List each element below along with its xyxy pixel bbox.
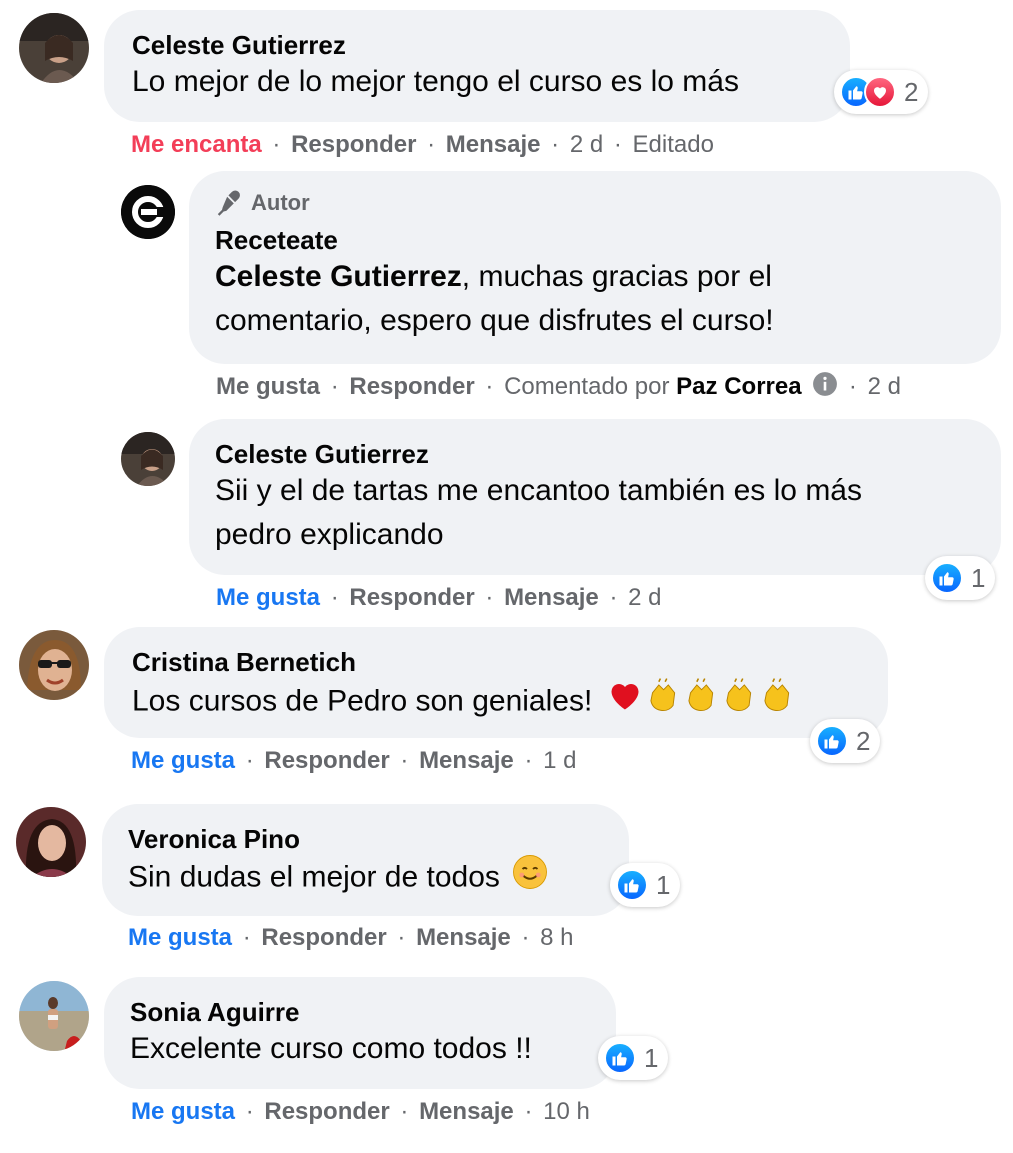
info-icon[interactable] [812, 371, 838, 405]
reaction-count: 1 [644, 1042, 659, 1073]
comment-text: Sii y el de tartas me encantoo también e… [215, 474, 862, 551]
reply-button[interactable]: Responder [261, 924, 386, 951]
author-badge: Autor [215, 189, 975, 217]
comment-actions: Me encanta · Responder · Mensaje · 2 d ·… [131, 131, 714, 158]
like-icon [816, 725, 848, 757]
reaction-count: 1 [656, 869, 671, 900]
comment-bubble: Autor Receteate Celeste Gutierrez, mucha… [189, 171, 1001, 364]
edited-label[interactable]: Editado [633, 131, 714, 158]
comment-author[interactable]: Sonia Aguirre [130, 997, 590, 1027]
message-button[interactable]: Mensaje [446, 131, 541, 158]
reaction-summary[interactable]: 1 [610, 863, 681, 907]
message-button[interactable]: Mensaje [504, 584, 599, 611]
comment-actions: Me gusta · Responder · Mensaje · 2 d [216, 584, 662, 611]
reaction-summary[interactable]: 2 [834, 70, 929, 114]
heart-icon [864, 76, 896, 108]
reply-button[interactable]: Responder [349, 373, 474, 400]
comment-text: Los cursos de Pedro son geniales! [132, 677, 860, 728]
avatar[interactable] [121, 432, 175, 486]
like-icon [616, 869, 648, 901]
comment-text: Sin dudas el mejor de todos [128, 854, 603, 903]
message-button[interactable]: Mensaje [419, 1098, 514, 1125]
comment-actions: Me gusta · Responder · Mensaje · 8 h [128, 924, 574, 951]
reaction-count: 2 [904, 76, 919, 107]
clapping-hands-emoji-icon [719, 677, 757, 728]
message-button[interactable]: Mensaje [416, 924, 511, 951]
reaction-count: 2 [856, 725, 871, 756]
comment-author[interactable]: Veronica Pino [128, 824, 603, 854]
commented-by-name[interactable]: Paz Correa [676, 373, 801, 400]
comment-bubble: Celeste Gutierrez Sii y el de tartas me … [189, 419, 1001, 575]
avatar[interactable] [19, 981, 89, 1051]
avatar[interactable] [121, 185, 175, 239]
comment-actions: Me gusta · Responder · Mensaje · 1 d [131, 747, 577, 774]
like-button[interactable]: Me gusta [216, 373, 320, 400]
timestamp[interactable]: 10 h [543, 1098, 590, 1125]
react-button[interactable]: Me encanta [131, 131, 262, 158]
comment-text: Excelente curso como todos !! [130, 1032, 532, 1065]
smiling-face-emoji-icon [512, 854, 548, 903]
mention-link[interactable]: Celeste Gutierrez [215, 260, 462, 293]
comment-bubble: Veronica Pino Sin dudas el mejor de todo… [102, 804, 629, 916]
comment-bubble: Cristina Bernetich Los cursos de Pedro s… [104, 627, 888, 738]
like-button[interactable]: Me gusta [131, 747, 235, 774]
avatar[interactable] [19, 630, 89, 700]
comment-bubble: Celeste Gutierrez Lo mejor de lo mejor t… [104, 10, 850, 122]
like-icon [931, 562, 963, 594]
reaction-summary[interactable]: 1 [598, 1036, 669, 1080]
like-button[interactable]: Me gusta [131, 1098, 235, 1125]
reaction-summary[interactable]: 2 [810, 719, 881, 763]
heart-emoji-icon [607, 678, 643, 727]
reply-button[interactable]: Responder [349, 584, 474, 611]
reply-button[interactable]: Responder [264, 747, 389, 774]
comment-actions: Me gusta · Responder · Comentado por Paz… [216, 371, 901, 405]
author-badge-label: Autor [251, 190, 310, 215]
reaction-summary[interactable]: 1 [925, 556, 996, 600]
commented-by-label: Comentado por [504, 373, 670, 400]
timestamp[interactable]: 2 d [868, 373, 901, 400]
reaction-count: 1 [971, 562, 986, 593]
microphone-icon [215, 189, 243, 217]
timestamp[interactable]: 2 d [628, 584, 661, 611]
comment-author[interactable]: Celeste Gutierrez [215, 439, 975, 469]
comment-actions: Me gusta · Responder · Mensaje · 10 h [131, 1098, 590, 1125]
clapping-hands-emoji-icon [757, 677, 795, 728]
comment-author[interactable]: Receteate [215, 225, 975, 255]
reply-button[interactable]: Responder [291, 131, 416, 158]
avatar[interactable] [19, 13, 89, 83]
clapping-hands-emoji-icon [643, 677, 681, 728]
comment-author[interactable]: Celeste Gutierrez [132, 30, 822, 60]
comment-text: Lo mejor de lo mejor tengo el curso es l… [132, 65, 739, 98]
avatar[interactable] [16, 807, 86, 877]
timestamp[interactable]: 1 d [543, 747, 576, 774]
like-button[interactable]: Me gusta [128, 924, 232, 951]
comment-text: Celeste Gutierrez, muchas gracias por el… [215, 260, 774, 337]
clapping-hands-emoji-icon [681, 677, 719, 728]
comment-author[interactable]: Cristina Bernetich [132, 647, 860, 677]
like-button[interactable]: Me gusta [216, 584, 320, 611]
like-icon [604, 1042, 636, 1074]
message-button[interactable]: Mensaje [419, 747, 514, 774]
reply-button[interactable]: Responder [264, 1098, 389, 1125]
timestamp[interactable]: 8 h [540, 924, 573, 951]
comment-bubble: Sonia Aguirre Excelente curso como todos… [104, 977, 616, 1089]
timestamp[interactable]: 2 d [570, 131, 603, 158]
